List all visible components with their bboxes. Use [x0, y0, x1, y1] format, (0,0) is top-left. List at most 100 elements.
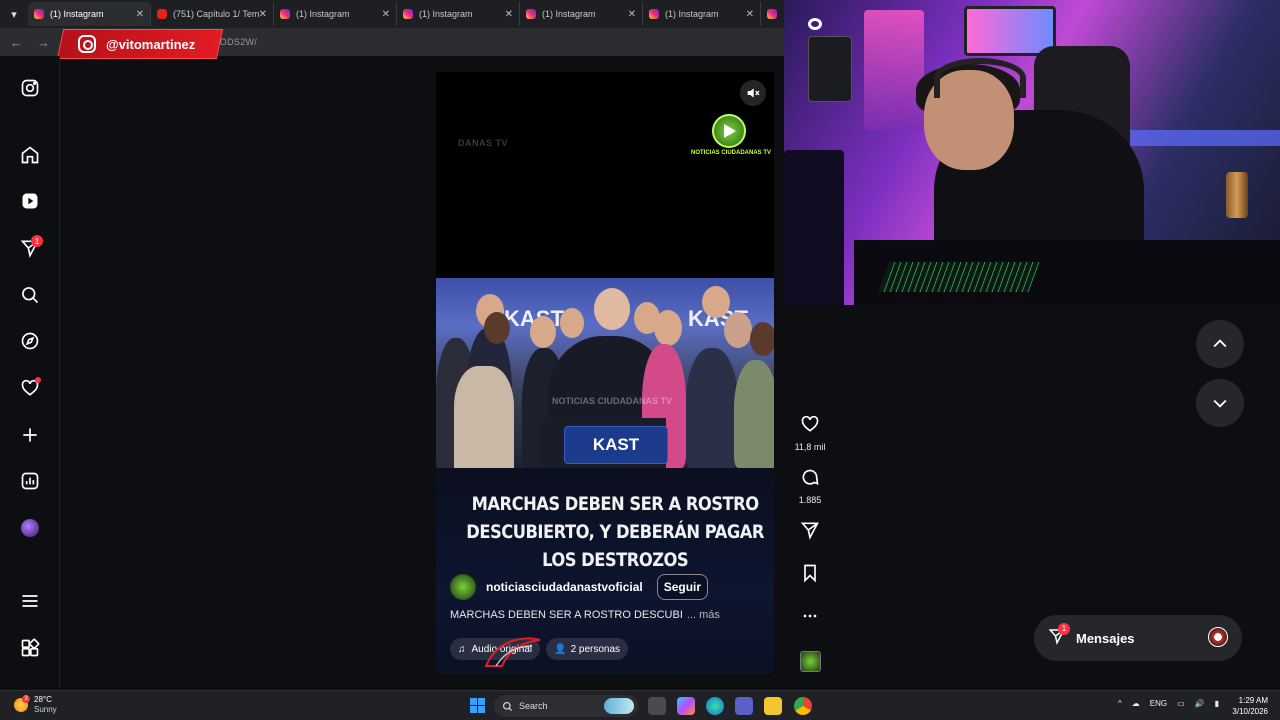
mute-button[interactable] [740, 80, 766, 106]
taskbar-search-placeholder: Search [519, 701, 548, 711]
streamer-handle-text: @vitomartinez [106, 36, 196, 52]
tab-close-icon[interactable]: ✕ [382, 9, 390, 20]
edge-icon[interactable] [706, 697, 724, 715]
instagram-icon [403, 9, 413, 19]
clock-date: 3/10/2026 [1232, 707, 1268, 716]
windows-start-icon[interactable] [470, 698, 485, 713]
like-count: 11,8 mil [794, 442, 826, 452]
direct-send-icon[interactable]: 1 [20, 235, 43, 258]
tab-close-icon[interactable]: ✕ [628, 9, 636, 20]
heart-icon [801, 415, 819, 432]
weather-tray-icon[interactable]: ☁ [1132, 699, 1140, 708]
taskbar-search[interactable]: Search [494, 695, 638, 717]
create-plus-icon[interactable] [20, 425, 40, 445]
notification-dot [35, 377, 41, 383]
battery-icon[interactable]: ▮ [1215, 699, 1219, 708]
messages-button[interactable]: 1 Mensajes [1034, 615, 1242, 661]
explore-compass-icon[interactable] [20, 331, 40, 351]
file-explorer-icon[interactable] [764, 697, 782, 715]
reel-headline: MARCHAS DEBEN SER A ROSTRO DESCUBIERTO, … [466, 493, 764, 571]
browser-tab[interactable] [761, 2, 781, 26]
comment-action[interactable]: 1.885 [790, 467, 830, 505]
reel-video[interactable]: DANAS TV NOTICIAS CIUDADANAS TV KAST KAS… [436, 72, 774, 674]
tab-close-icon[interactable]: ✕ [746, 9, 754, 20]
search-icon[interactable] [20, 285, 40, 305]
browser-tab[interactable]: (1) Instagram ✕ [643, 2, 761, 26]
profile-avatar[interactable] [20, 518, 40, 538]
clock[interactable]: 1:29 AM 3/10/2026 [1226, 695, 1268, 717]
reel-caption[interactable]: MARCHAS DEBEN SER A ROSTRO DESCUBI ... má… [450, 609, 720, 621]
browser-tab[interactable]: (1) Instagram ✕ [520, 2, 643, 26]
follow-button[interactable]: Seguir [656, 574, 709, 600]
author-avatar[interactable] [450, 574, 476, 600]
person-icon: 👤 [554, 643, 567, 655]
tab-title: (1) Instagram [296, 9, 350, 19]
copilot-icon[interactable] [677, 697, 695, 715]
comment-icon [802, 469, 819, 485]
messages-label: Mensajes [1076, 630, 1135, 646]
chrome-icon[interactable] [794, 697, 812, 715]
webcam-overlay [784, 0, 1280, 305]
author-row: noticiasciudadanastvoficial Seguir [450, 574, 709, 600]
tab-title: (1) Instagram [419, 9, 473, 19]
share-action[interactable] [790, 520, 830, 545]
browser-tab[interactable]: (1) Instagram ✕ [28, 2, 151, 26]
tab-close-icon[interactable]: ✕ [259, 9, 267, 20]
tab-close-icon[interactable]: ✕ [136, 9, 144, 20]
dashboard-icon[interactable] [20, 471, 40, 491]
rog-overlay-logo-icon [484, 637, 541, 667]
instagram-sidebar: 1 [0, 56, 60, 690]
comment-count: 1.885 [798, 495, 822, 505]
volume-icon[interactable]: 🔊 [1195, 699, 1205, 708]
caption-text: MARCHAS DEBEN SER A ROSTRO DESCUBI [450, 609, 683, 621]
save-action[interactable] [790, 563, 830, 588]
instagram-icon [649, 9, 659, 19]
browser-tab[interactable]: (751) Capítulo 1/ Tem ✕ [151, 2, 274, 26]
weather-widget[interactable]: 3 28°C Sunny [14, 695, 57, 715]
author-name[interactable]: noticiasciudadanastvoficial [486, 580, 643, 594]
weather-temperature: 28°C [34, 695, 52, 704]
language-indicator[interactable]: ENG [1150, 699, 1167, 708]
channel-logo-text: NOTICIAS CIUDADANAS TV [690, 150, 771, 156]
chevron-up-icon[interactable]: ^ [1118, 699, 1122, 708]
heart-notifications-icon[interactable] [20, 377, 41, 398]
instagram-logo-icon [78, 35, 96, 53]
more-apps-icon[interactable] [20, 638, 40, 658]
instagram-icon [34, 9, 44, 19]
next-reel-button[interactable] [1196, 379, 1244, 427]
caption-more-link[interactable]: ... más [687, 609, 720, 621]
reels-icon[interactable] [20, 191, 40, 211]
search-highlight-image [604, 698, 634, 714]
people-label: 2 personas [570, 643, 621, 655]
instagram-icon [767, 9, 777, 19]
system-tray: ^ ☁ ENG ▭ 🔊 ▮ [1118, 699, 1229, 708]
message-avatar [1208, 627, 1228, 647]
muted-speaker-icon [747, 88, 760, 98]
more-options[interactable] [790, 606, 830, 631]
people-chip[interactable]: 👤 2 personas [546, 638, 629, 660]
home-icon[interactable] [20, 145, 40, 165]
messages-send-icon: 1 [1048, 622, 1070, 650]
video-scene: KAST KAST NOTICIAS CIUDADANAS TV KAST [436, 278, 774, 468]
weather-badge: 3 [22, 695, 30, 703]
like-action[interactable]: 11,8 mil [790, 414, 830, 452]
teams-icon[interactable] [735, 697, 753, 715]
tab-search-dropdown-icon[interactable]: ▾ [0, 0, 28, 28]
previous-reel-button[interactable] [1196, 320, 1244, 368]
audio-thumbnail[interactable] [800, 651, 821, 672]
forward-arrow-icon[interactable]: → [37, 35, 50, 50]
tab-close-icon[interactable]: ✕ [505, 9, 513, 20]
more-dots-icon [803, 614, 817, 618]
network-icon[interactable]: ▭ [1177, 699, 1185, 708]
tab-title: (1) Instagram [50, 9, 104, 19]
back-arrow-icon[interactable]: ← [10, 35, 23, 50]
windows-taskbar: 3 28°C Sunny Search ^ ☁ ENG ▭ 🔊 ▮ 1:29 A… [0, 690, 1280, 720]
menu-icon[interactable] [20, 591, 40, 611]
chevron-up-icon [1213, 339, 1227, 348]
instagram-logo-icon[interactable] [20, 78, 40, 98]
browser-tab[interactable]: (1) Instagram ✕ [274, 2, 397, 26]
task-view-icon[interactable] [648, 697, 666, 715]
video-watermark: DANAS TV [458, 138, 509, 148]
browser-tab-strip: ▾ (1) Instagram ✕ (751) Capítulo 1/ Tem … [0, 0, 784, 28]
browser-tab[interactable]: (1) Instagram ✕ [397, 2, 520, 26]
